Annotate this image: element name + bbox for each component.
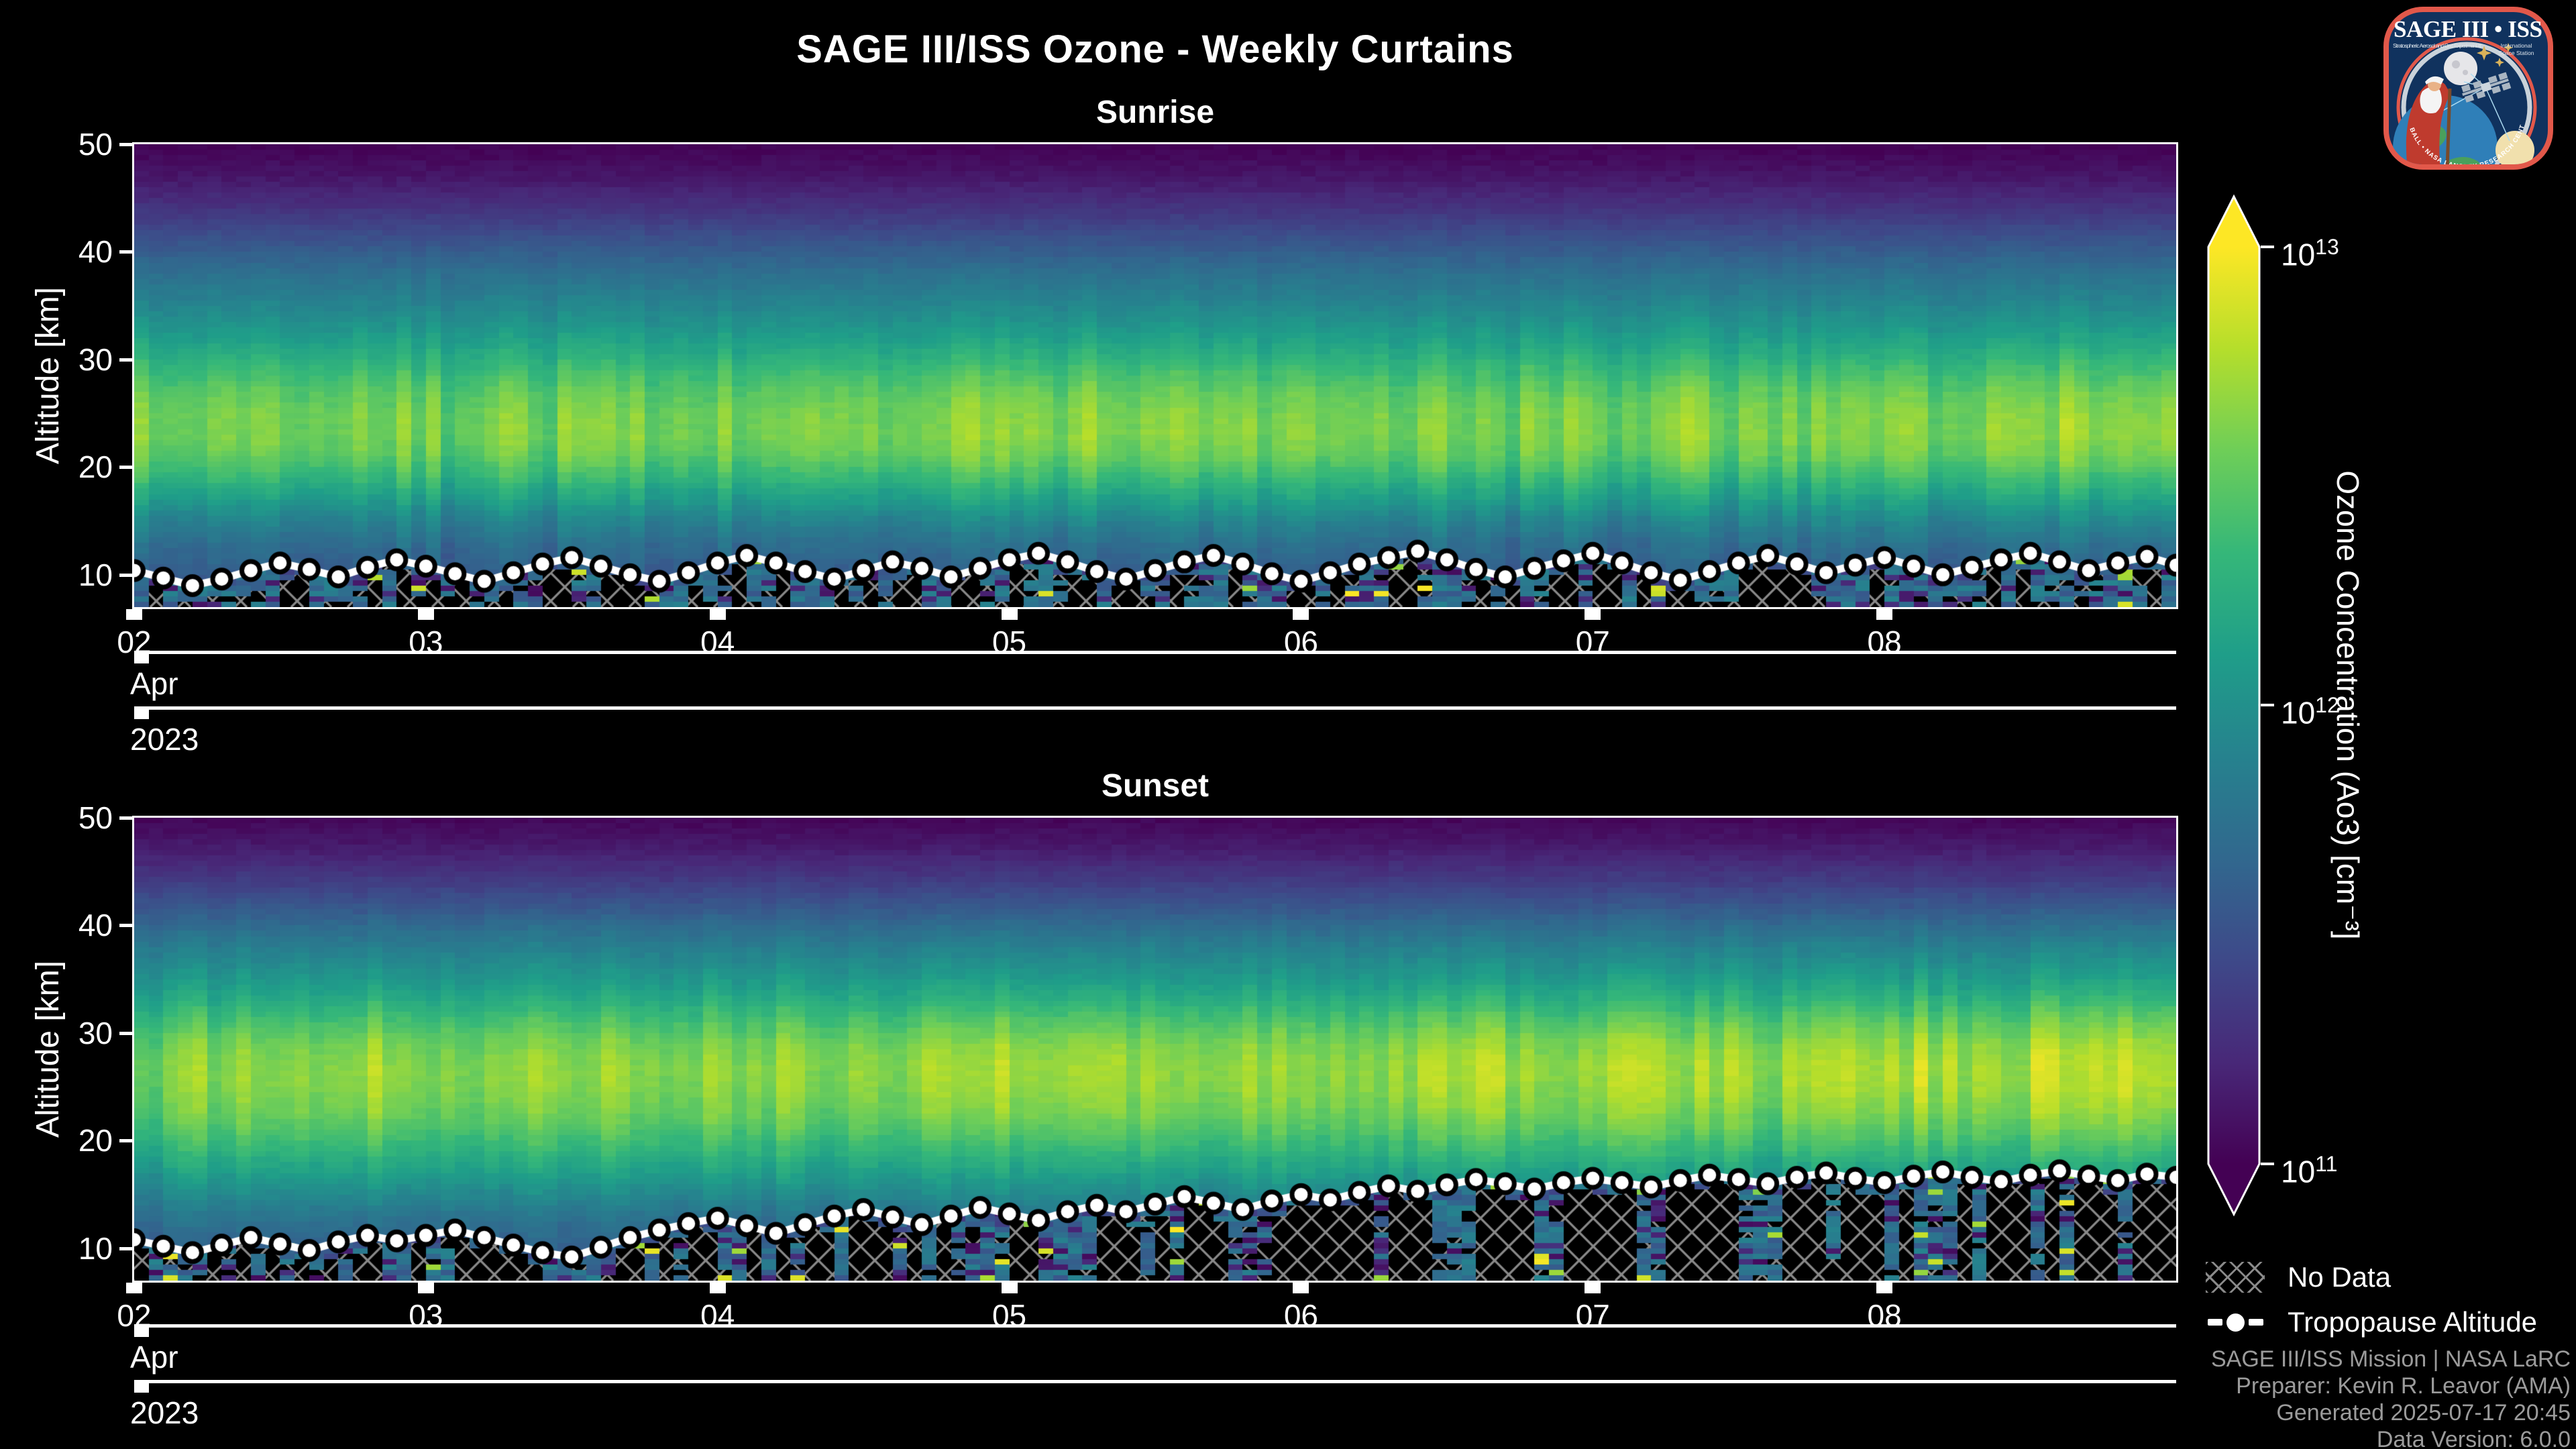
y-tick-label: 30 xyxy=(78,341,113,377)
x-tick xyxy=(1585,609,1601,620)
y-tick-label: 40 xyxy=(78,234,113,270)
tropopause-label: Tropopause Altitude xyxy=(2288,1306,2538,1338)
tropopause-marker-icon xyxy=(2206,1307,2265,1338)
colorbar-gradient-arrow xyxy=(2207,194,2261,1217)
attribution-block: SAGE III/ISS Mission | NASA LaRC Prepare… xyxy=(2211,1346,2571,1449)
month-label: Apr xyxy=(130,666,178,701)
logo-moon xyxy=(2444,52,2477,85)
x-tick-label: 05 xyxy=(991,1298,1027,1333)
y-tick xyxy=(119,143,133,146)
colorbar xyxy=(2207,194,2261,1217)
colorbar-tick-mid xyxy=(2261,704,2274,706)
no-data-hatch-icon xyxy=(2206,1262,2265,1293)
page: SAGE III/ISS Ozone - Weekly Curtains Sun… xyxy=(0,0,2576,1449)
sunset-panel-title: Sunset xyxy=(1101,768,1210,804)
logo-title: SAGE III • ISS xyxy=(2394,16,2542,42)
x-tick xyxy=(417,1283,434,1293)
sunset-heatmap-canvas xyxy=(134,818,2176,1281)
legend-tropopause: Tropopause Altitude xyxy=(2206,1306,2537,1338)
x-tick xyxy=(126,609,142,620)
y-tick-label: 10 xyxy=(78,557,113,592)
y-tick xyxy=(119,573,133,577)
y-tick xyxy=(119,816,133,820)
x-tick-label: 04 xyxy=(700,625,735,659)
year-label: 2023 xyxy=(130,1395,199,1430)
x-tick-label: 06 xyxy=(1283,625,1318,659)
colorbar-tick-bottom xyxy=(2261,1163,2274,1165)
logo-subtitle-right-2: Space Station xyxy=(2499,50,2534,56)
x-tick xyxy=(1001,1283,1018,1293)
tick-base: 10 xyxy=(2281,1154,2316,1189)
y-tick-label: 20 xyxy=(78,1123,113,1159)
tropopause-dash-left xyxy=(2207,1319,2222,1326)
page-title: SAGE III/ISS Ozone - Weekly Curtains xyxy=(796,28,1514,71)
colorbar-tick-top xyxy=(2261,246,2274,248)
y-tick xyxy=(119,924,133,928)
month-axis-tick xyxy=(134,654,149,663)
month-label: Apr xyxy=(130,1340,178,1375)
tropopause-dash-right xyxy=(2248,1319,2263,1326)
x-tick xyxy=(1293,1283,1309,1293)
logo-moon-crater xyxy=(2452,60,2460,68)
month-axis-line xyxy=(134,1324,2176,1328)
year-axis-tick xyxy=(134,1383,149,1393)
y-tick-label: 50 xyxy=(78,800,113,835)
x-tick-label: 04 xyxy=(700,1298,735,1333)
tick-base: 10 xyxy=(2281,237,2316,272)
y-tick-label: 10 xyxy=(78,1230,113,1266)
x-tick-label: 06 xyxy=(1283,1298,1318,1333)
month-axis-tick xyxy=(134,1328,149,1337)
logo-subtitle-left: Stratospheric Aerosol and Gas Experiment… xyxy=(2393,42,2481,49)
x-tick xyxy=(1293,609,1309,620)
x-tick-label: 08 xyxy=(1867,1298,1902,1333)
x-tick-label: 08 xyxy=(1867,625,1902,659)
tick-base: 10 xyxy=(2281,695,2316,731)
year-label: 2023 xyxy=(130,722,199,757)
attribution-line: Data Version: 6.0.0 xyxy=(2376,1427,2571,1449)
x-tick xyxy=(1001,609,1018,620)
y-tick xyxy=(119,358,133,362)
mission-logo: BALL • NASA LANGLEY RESEARCH CENTER • AO… xyxy=(2383,7,2553,170)
x-tick xyxy=(709,609,726,620)
year-axis-tick xyxy=(134,710,149,719)
y-tick-label: 20 xyxy=(78,449,113,485)
y-tick xyxy=(119,1139,133,1143)
y-tick-label: 50 xyxy=(78,127,113,162)
legend-no-data: No Data xyxy=(2206,1261,2391,1293)
sunrise-panel xyxy=(132,142,2178,609)
logo-subtitle-right-1: International xyxy=(2501,42,2532,49)
x-tick-label: 07 xyxy=(1575,1298,1610,1333)
attribution-line: Generated 2025-07-17 20:45 xyxy=(2276,1400,2571,1426)
x-tick xyxy=(417,609,434,620)
x-tick xyxy=(1876,1283,1893,1293)
x-tick xyxy=(1876,609,1893,620)
logo-moon-crater xyxy=(2463,70,2468,75)
x-tick-label: 05 xyxy=(991,625,1027,659)
y-tick xyxy=(119,1031,133,1035)
year-axis-line xyxy=(134,706,2176,710)
y-tick-label: 30 xyxy=(78,1015,113,1051)
colorbar-axis-label: Ozone Concentration (Ao3) [cm⁻³] xyxy=(2330,470,2365,940)
no-data-label: No Data xyxy=(2288,1261,2392,1293)
tropopause-circle xyxy=(2226,1313,2245,1332)
attribution-line: Preparer: Kevin R. Leavor (AMA) xyxy=(2236,1373,2571,1399)
x-tick xyxy=(1585,1283,1601,1293)
y-tick xyxy=(119,466,133,470)
attribution-line: SAGE III/ISS Mission | NASA LaRC xyxy=(2210,1346,2571,1372)
x-tick xyxy=(126,1283,142,1293)
y-tick xyxy=(119,250,133,254)
sunset-panel xyxy=(132,816,2178,1283)
y-tick xyxy=(119,1246,133,1250)
x-tick xyxy=(709,1283,726,1293)
y-tick-label: 40 xyxy=(78,908,113,943)
month-axis-line xyxy=(134,651,2176,654)
sunrise-heatmap-canvas xyxy=(134,144,2176,607)
x-tick-label: 07 xyxy=(1575,625,1610,659)
sunrise-panel-title: Sunrise xyxy=(1095,95,1215,130)
x-tick-label: 03 xyxy=(409,625,443,659)
x-tick-label: 03 xyxy=(409,1298,443,1333)
year-axis-line xyxy=(134,1380,2176,1383)
